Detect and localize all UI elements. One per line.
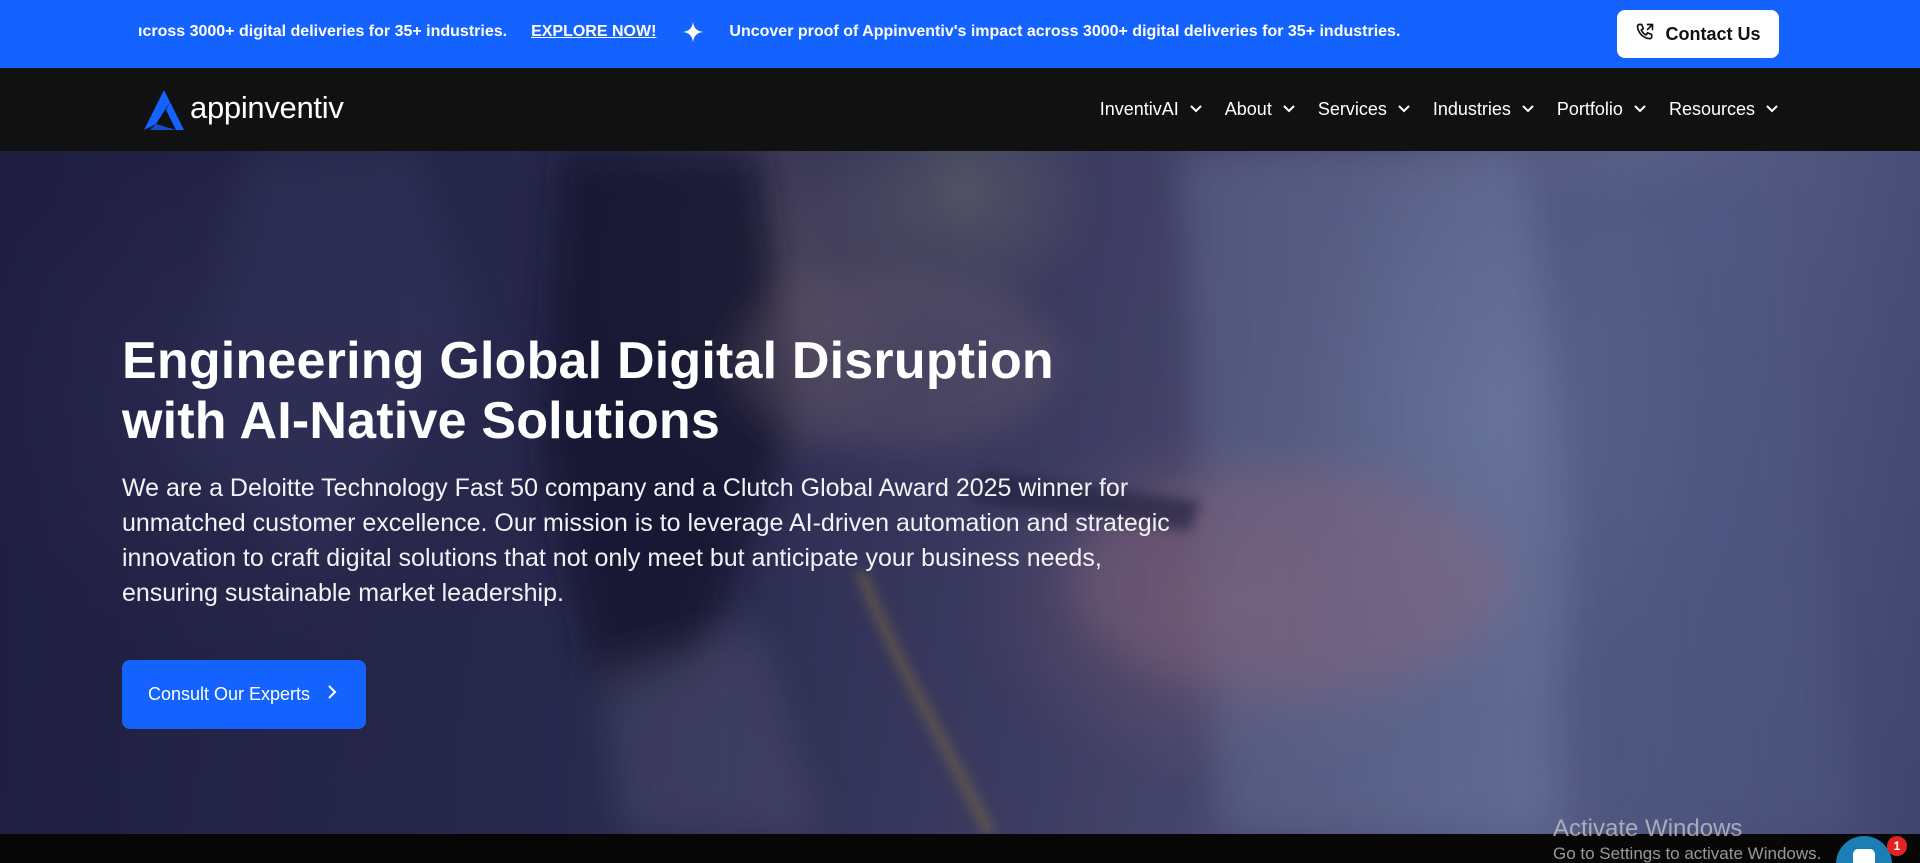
nav-item-resources[interactable]: Resources [1669, 99, 1779, 120]
chat-bubble-icon [1853, 849, 1875, 863]
watermark-line-1: Activate Windows [1553, 815, 1743, 842]
chevron-down-icon [1765, 99, 1779, 120]
nav-item-label: Portfolio [1556, 99, 1623, 119]
chevron-right-icon [324, 684, 340, 705]
chevron-down-icon [1189, 99, 1203, 120]
phone-icon [1635, 22, 1655, 47]
hero-title-line-2: with AI-Native Solutions [122, 392, 721, 450]
hero-description: We are a Deloitte Technology Fast 50 com… [122, 474, 1170, 607]
page-root: ıcross 3000+ digital deliveries for 35+ … [0, 0, 1920, 863]
announcement-bar: ıcross 3000+ digital deliveries for 35+ … [0, 0, 1920, 68]
nav-item-services[interactable]: Services [1318, 99, 1411, 120]
hero-content: Engineering Global Digital Disruption wi… [122, 331, 1222, 611]
contact-us-button[interactable]: Contact Us [1617, 10, 1779, 58]
announcement-ticker: ıcross 3000+ digital deliveries for 35+ … [0, 0, 1400, 64]
explore-now-link[interactable]: EXPLORE NOW! [531, 23, 656, 41]
nav-item-label: Services [1317, 99, 1387, 119]
consult-experts-label: Consult Our Experts [147, 684, 311, 704]
chevron-down-icon [1397, 99, 1411, 120]
announcement-message: Uncover proof of Appinventiv's impact ac… [729, 23, 1401, 40]
chevron-down-icon [1633, 99, 1647, 120]
windows-activation-watermark: Activate Windows Go to Settings to activ… [1553, 815, 1821, 863]
site-logo[interactable]: appinventiv [140, 84, 344, 137]
nav-item-label: InventivAI [1099, 99, 1179, 119]
hero-title-line-1: Engineering Global Digital Disruption [122, 332, 1054, 390]
contact-us-label: Contact Us [1665, 23, 1761, 44]
logo-text: appinventiv [190, 89, 344, 125]
nav-item-label: Resources [1668, 99, 1755, 119]
watermark-line-2: Go to Settings to activate Windows. [1553, 844, 1822, 863]
hero-section: Engineering Global Digital Disruption wi… [0, 151, 1920, 834]
main-navigation: appinventiv InventivAI About Services In… [0, 68, 1920, 151]
nav-menu: InventivAI About Services Industries Por… [1100, 68, 1779, 151]
nav-item-about[interactable]: About [1225, 99, 1296, 120]
nav-item-inventivai[interactable]: InventivAI [1100, 99, 1203, 120]
nav-item-portfolio[interactable]: Portfolio [1557, 99, 1647, 120]
chevron-down-icon [1282, 99, 1296, 120]
chat-notification-badge: 1 [1887, 836, 1907, 856]
nav-item-label: Industries [1432, 99, 1511, 119]
nav-item-label: About [1224, 99, 1272, 119]
sparkle-icon [682, 21, 704, 43]
announcement-message-start: ıcross 3000+ digital deliveries for 35+ … [138, 23, 508, 40]
chevron-down-icon [1521, 99, 1535, 120]
logo-mark-icon [140, 84, 188, 137]
consult-experts-button[interactable]: Consult Our Experts [122, 660, 366, 729]
nav-item-industries[interactable]: Industries [1433, 99, 1535, 120]
hero-title: Engineering Global Digital Disruption wi… [122, 331, 1082, 451]
